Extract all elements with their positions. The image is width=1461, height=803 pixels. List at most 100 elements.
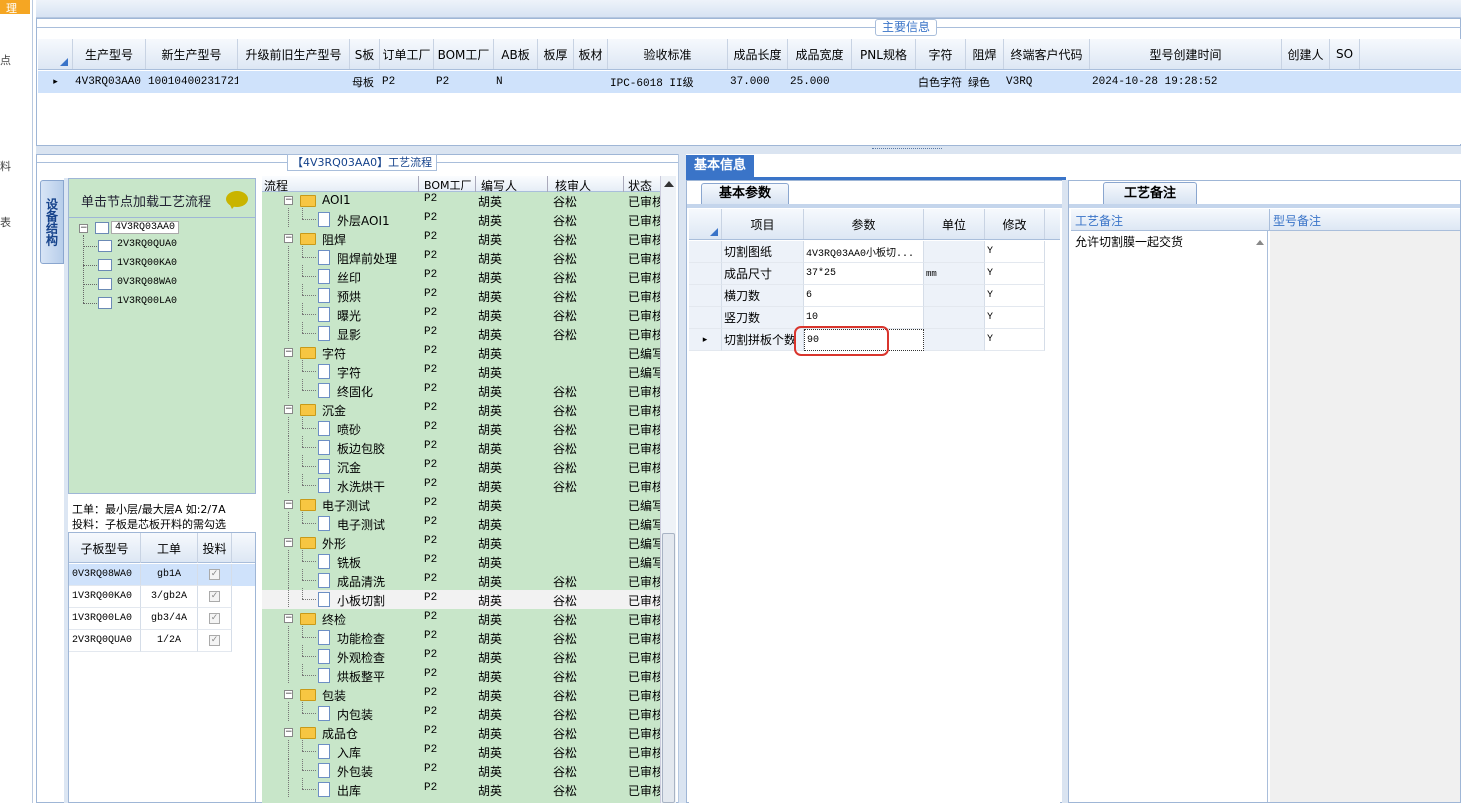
flow-row[interactable]: 曝光 P2 胡英 谷松 已审核 xyxy=(262,303,664,324)
flow-row[interactable]: − 字符 P2 胡英 已编写 xyxy=(262,343,664,362)
col-created-time[interactable]: 型号创建时间 xyxy=(1090,39,1282,69)
feed-checkbox[interactable]: ✓ xyxy=(209,569,220,580)
sub-board-row[interactable]: 0V3RQ08WA0 gb1A ✓ xyxy=(69,564,255,586)
cell-customer[interactable]: V3RQ xyxy=(1006,71,1090,93)
col-pnl[interactable]: PNL规格 xyxy=(852,39,916,69)
tree-child-node[interactable]: 1V3RQ00LA0 xyxy=(83,296,233,312)
col-bom-factory[interactable]: BOM工厂 xyxy=(434,39,494,69)
col-standard[interactable]: 验收标准 xyxy=(608,39,728,69)
cell-so[interactable] xyxy=(1332,71,1360,93)
cell-creator[interactable] xyxy=(1284,71,1330,93)
cell-model[interactable]: 4V3RQ03AA0 xyxy=(75,71,146,93)
param-row[interactable]: 切割图纸 4V3RQ03AA0小板切... Y xyxy=(689,241,1060,263)
param-edit-flag[interactable]: Y xyxy=(985,241,1045,263)
flow-scrollbar[interactable] xyxy=(660,176,676,803)
cell-material[interactable] xyxy=(576,71,608,93)
feed-checkbox[interactable]: ✓ xyxy=(209,591,220,602)
horizontal-splitter[interactable] xyxy=(36,146,1461,154)
sub-board-row[interactable]: 2V3RQ0QUA0 1/2A ✓ xyxy=(69,630,255,652)
param-value[interactable]: 4V3RQ03AA0小板切... xyxy=(804,241,924,263)
flow-row[interactable]: 功能检查 P2 胡英 谷松 已审核 xyxy=(262,626,664,647)
collapse-icon[interactable]: − xyxy=(284,690,293,699)
tree-root-node[interactable]: − 4V3RQ03AA0 xyxy=(79,221,189,237)
basic-info-tab[interactable]: 基本信息 xyxy=(686,155,754,177)
collapse-icon[interactable]: − xyxy=(284,348,293,357)
col-char[interactable]: 字符 xyxy=(916,39,966,69)
feed-checkbox[interactable]: ✓ xyxy=(209,635,220,646)
flow-row[interactable]: 成品清洗 P2 胡英 谷松 已审核 xyxy=(262,569,664,590)
flow-row[interactable]: 显影 P2 胡英 谷松 已审核 xyxy=(262,322,664,343)
col-width[interactable]: 成品宽度 xyxy=(788,39,852,69)
flow-row[interactable]: − 阻焊 P2 胡英 谷松 已审核 xyxy=(262,229,664,248)
col-new-model[interactable]: 新生产型号 xyxy=(146,39,238,69)
col-solder[interactable]: 阻焊 xyxy=(966,39,1004,69)
flow-row[interactable]: − 电子测试 P2 胡英 已编写 xyxy=(262,495,664,514)
col-material[interactable]: 板材 xyxy=(574,39,608,69)
flow-row[interactable]: 小板切割 P2 胡英 谷松 已审核 xyxy=(262,588,664,609)
cell-width[interactable]: 25.000 xyxy=(790,71,852,93)
flow-row[interactable]: 外层AOI1 P2 胡英 谷松 已审核 xyxy=(262,208,664,229)
remark-scroll-up-icon[interactable] xyxy=(1256,240,1264,245)
flow-row[interactable]: 预烘 P2 胡英 谷松 已审核 xyxy=(262,284,664,305)
cell-old-model[interactable] xyxy=(240,71,350,93)
sub-board-row[interactable]: 1V3RQ00LA0 gb3/4A ✓ xyxy=(69,608,255,630)
left-edge-item[interactable]: 点 xyxy=(0,52,11,68)
flow-row[interactable]: 水洗烘干 P2 胡英 谷松 已审核 xyxy=(262,474,664,495)
flow-row[interactable]: 外观检查 P2 胡英 谷松 已审核 xyxy=(262,645,664,666)
col-thickness[interactable]: 板厚 xyxy=(538,39,574,69)
cell-order-factory[interactable]: P2 xyxy=(382,71,434,93)
remark-tab[interactable]: 工艺备注 xyxy=(1103,182,1197,205)
col-order-factory[interactable]: 订单工厂 xyxy=(380,39,434,69)
flow-row[interactable]: − 成品仓 P2 胡英 谷松 已审核 xyxy=(262,723,664,742)
left-edge-item[interactable]: 料 xyxy=(0,158,11,174)
cell-pnl[interactable] xyxy=(854,71,916,93)
tree-child-node[interactable]: 2V3RQ0QUA0 xyxy=(83,239,233,255)
flow-row[interactable]: 烘板整平 P2 胡英 谷松 已审核 xyxy=(262,664,664,685)
param-edit-flag[interactable]: Y xyxy=(985,285,1045,307)
col-ab-board[interactable]: AB板 xyxy=(494,39,538,69)
model-remark-area[interactable] xyxy=(1270,231,1460,802)
flow-row[interactable]: 终固化 P2 胡英 谷松 已审核 xyxy=(262,379,664,400)
side-tab-device-structure[interactable]: 设备结构 xyxy=(40,180,64,264)
left-edge-active[interactable]: 理 xyxy=(0,0,30,15)
col-length[interactable]: 成品长度 xyxy=(728,39,788,69)
flow-row[interactable]: − 终检 P2 胡英 谷松 已审核 xyxy=(262,609,664,628)
comment-bubble-icon[interactable] xyxy=(226,191,248,209)
collapse-icon[interactable]: − xyxy=(284,234,293,243)
cell-char[interactable]: 白色字符 xyxy=(918,71,966,93)
tree-child-node[interactable]: 0V3RQ08WA0 xyxy=(83,277,233,293)
param-row[interactable]: 横刀数 6 Y xyxy=(689,285,1060,307)
vertical-splitter[interactable] xyxy=(678,154,686,803)
param-edit-flag[interactable]: Y xyxy=(985,307,1045,329)
collapse-icon[interactable]: − xyxy=(284,538,293,547)
param-edit-flag[interactable]: Y xyxy=(985,263,1045,285)
flow-row[interactable]: 喷砂 P2 胡英 谷松 已审核 xyxy=(262,417,664,438)
collapse-icon[interactable]: − xyxy=(284,614,293,623)
tree-child-node[interactable]: 1V3RQ00KA0 xyxy=(83,258,233,274)
feed-checkbox[interactable]: ✓ xyxy=(209,613,220,624)
flow-row[interactable]: 铣板 P2 胡英 已编写 xyxy=(262,550,664,571)
flow-row[interactable]: 内包装 P2 胡英 谷松 已审核 xyxy=(262,702,664,723)
col-s-board[interactable]: S板 xyxy=(350,39,380,69)
left-edge-item[interactable]: 表 xyxy=(0,214,11,230)
col-old-model[interactable]: 升级前旧生产型号 xyxy=(238,39,350,69)
flow-row[interactable]: − 外形 P2 胡英 已编写 xyxy=(262,533,664,552)
flow-row[interactable]: 外包装 P2 胡英 谷松 已审核 xyxy=(262,759,664,780)
param-value[interactable]: 6 xyxy=(804,285,924,307)
flow-row[interactable]: 阻焊前处理 P2 胡英 谷松 已审核 xyxy=(262,246,664,267)
flow-row[interactable]: 出库 P2 胡英 谷松 已审核 xyxy=(262,778,664,799)
col-customer[interactable]: 终端客户代码 xyxy=(1004,39,1090,69)
cell-new-model[interactable]: 10010400231721 xyxy=(148,71,238,93)
cell-bom-factory[interactable]: P2 xyxy=(436,71,494,93)
flow-row[interactable]: − 沉金 P2 胡英 谷松 已审核 xyxy=(262,400,664,419)
flow-row[interactable]: 入库 P2 胡英 谷松 已审核 xyxy=(262,740,664,761)
cell-length[interactable]: 37.000 xyxy=(730,71,788,93)
flow-row[interactable]: − AOI1 P2 胡英 谷松 已审核 xyxy=(262,191,664,210)
collapse-icon[interactable]: − xyxy=(284,196,293,205)
scroll-up-icon[interactable] xyxy=(664,181,674,187)
sub-board-row[interactable]: 1V3RQ00KA0 3/gb2A ✓ xyxy=(69,586,255,608)
flow-row[interactable]: 板边包胶 P2 胡英 谷松 已审核 xyxy=(262,436,664,457)
collapse-icon[interactable]: − xyxy=(79,224,88,233)
col-creator[interactable]: 创建人 xyxy=(1282,39,1330,69)
basic-param-subtab[interactable]: 基本参数 xyxy=(701,183,789,205)
